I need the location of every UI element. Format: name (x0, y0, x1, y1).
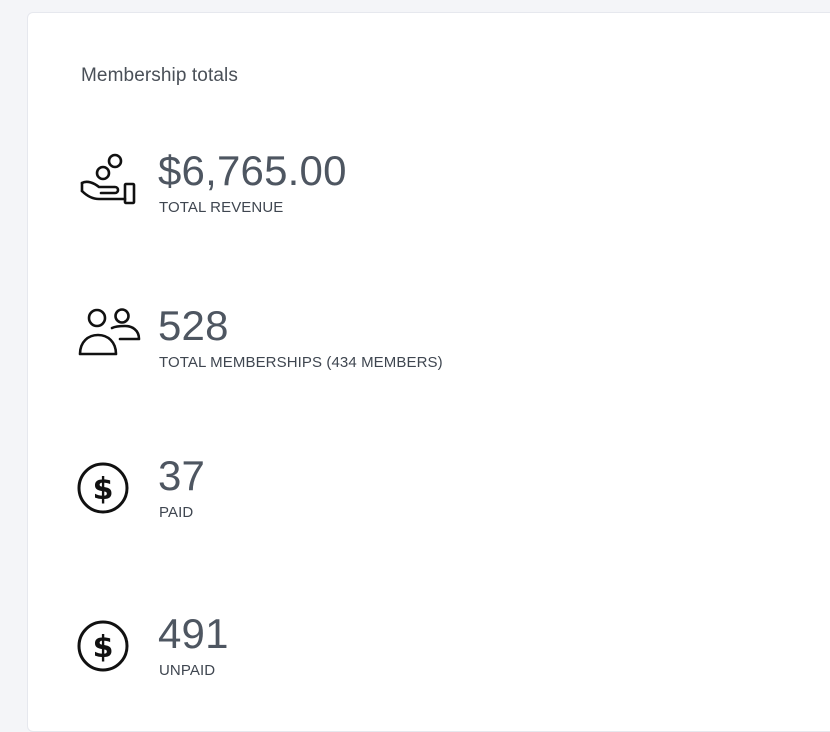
total-revenue-value: $6,765.00 (158, 147, 347, 194)
svg-text:$: $ (93, 472, 114, 507)
svg-text:$: $ (93, 630, 114, 665)
stat-total-memberships: 528 TOTAL MEMBERSHIPS (434 MEMBERS) (77, 302, 677, 398)
stat-paid: $ 37 PAID (77, 452, 677, 548)
dollar-circle-icon: $ (77, 616, 147, 686)
total-revenue-label: TOTAL REVENUE (159, 199, 284, 216)
dollar-circle-icon: $ (77, 458, 147, 528)
membership-totals-card: Membership totals $6,765.00 TOTAL REVENU… (27, 12, 830, 732)
paid-value: 37 (158, 452, 206, 499)
stat-unpaid: $ 491 UNPAID (77, 610, 677, 706)
stat-total-revenue: $6,765.00 TOTAL REVENUE (77, 147, 677, 243)
total-memberships-label: TOTAL MEMBERSHIPS (434 MEMBERS) (159, 354, 443, 371)
unpaid-value: 491 (158, 610, 229, 657)
paid-label: PAID (159, 504, 194, 521)
unpaid-label: UNPAID (159, 662, 216, 679)
card-title: Membership totals (81, 65, 238, 86)
hand-coins-icon (77, 153, 147, 223)
total-memberships-value: 528 (158, 302, 229, 349)
users-icon (77, 308, 147, 378)
